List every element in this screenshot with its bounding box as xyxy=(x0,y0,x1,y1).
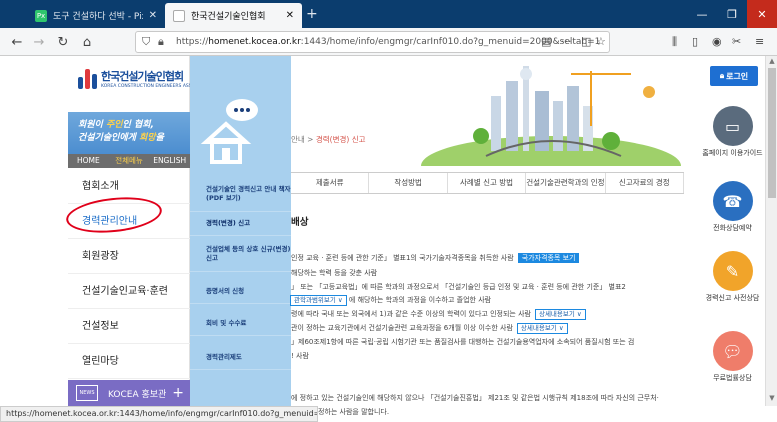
quick-menu: 🔒︎ 로그인 ▭ 홈페이지 이용가이드 ☎ 전화상담예약 ✎ 경력신고 사전상담 … xyxy=(700,56,765,406)
url-text[interactable]: https://homenet.kocea.or.kr:1443/home/in… xyxy=(176,37,600,47)
kocea-logo-icon xyxy=(78,68,98,89)
promo-label: KOCEA 홍보관 xyxy=(108,389,167,400)
lock-icon: 🔒︎ xyxy=(719,71,725,80)
phone-icon: ☎ xyxy=(712,181,753,221)
body-line-5: 령에 따라 국내 또는 외국에서 1)과 같은 수준 이상의 학력이 있다고 인… xyxy=(291,309,586,320)
reload-icon[interactable]: ↻ xyxy=(54,33,72,51)
major-range-button[interactable]: 관학과범위보기 ∨ xyxy=(290,295,347,306)
chat-icon: 💬︎ xyxy=(712,331,753,371)
tab-how-to-fill[interactable]: 작성방법 xyxy=(369,173,448,193)
quick-career-consult[interactable]: ✎ 경력신고 사전상담 xyxy=(700,251,765,303)
body-line-4: 관학과범위보기 ∨ 에 해당하는 학과의 과정을 이수하고 졸업한 사람 xyxy=(286,295,491,306)
menu-education[interactable]: 건설기술인교육·훈련 xyxy=(68,274,190,309)
house-chat-icon xyxy=(200,99,258,164)
menu-open-forum[interactable]: 열린마당 xyxy=(68,344,190,379)
submenu-fees[interactable]: 회비 및 수수료 xyxy=(190,314,291,336)
plus-icon[interactable]: + xyxy=(172,385,184,401)
body-line-3: 」 또는 「고등교육법」에 따른 학과의 과정으로서 「건설기술인 등급 인정 … xyxy=(291,283,626,291)
national-qualification-button[interactable]: 국가자격종목 보기 xyxy=(517,253,580,263)
pixabay-favicon-icon: Px xyxy=(35,9,47,22)
submenu-career-report[interactable]: 경력(변경) 신고 xyxy=(190,214,291,236)
form-icon: ✎ xyxy=(712,251,753,291)
lock-icon[interactable]: 🔒︎ xyxy=(158,35,164,49)
career-submenu: 건설기술인 경력신고 안내 책자 (PDF 보기) 경력(변경) 신고 건설업체… xyxy=(190,56,291,406)
tab-correction[interactable]: 신고자료의 경정 xyxy=(606,173,684,193)
page-actions-icon[interactable]: ··· xyxy=(561,35,572,48)
scrollbar-thumb[interactable] xyxy=(768,68,776,198)
submenu-career-system[interactable]: 경력관리제도 xyxy=(190,348,291,370)
url-bar[interactable]: ⛉ 🔒︎ https://homenet.kocea.or.kr:1443/ho… xyxy=(135,31,610,53)
scroll-down-icon[interactable]: ▼ xyxy=(767,394,777,404)
minimize-icon[interactable]: — xyxy=(687,0,717,28)
pocket-icon[interactable]: ◫ xyxy=(581,35,591,48)
quick-homepage-guide[interactable]: ▭ 홈페이지 이용가이드 xyxy=(700,106,765,158)
quick-phone-reservation[interactable]: ☎ 전화상담예약 xyxy=(700,181,765,233)
tab-documents[interactable]: 제출서류 xyxy=(291,173,370,193)
body-line-2: 해당하는 학력 등을 갖춘 사람 xyxy=(291,269,378,277)
vertical-scrollbar[interactable]: ▲ ▼ xyxy=(765,56,777,406)
browser-nav-bar: ← → ↻ ⌂ ⛉ 🔒︎ https://homenet.kocea.or.kr… xyxy=(0,28,777,56)
close-window-icon[interactable]: ✕ xyxy=(747,0,777,28)
body-line-10: 정하는 사람을 말합니다. xyxy=(318,408,390,416)
slogan-banner: 회원이 주인인 협회, 건설기술인에게 희망을 xyxy=(68,112,190,156)
close-tab-icon[interactable]: ✕ xyxy=(286,10,294,21)
menu-icon[interactable]: ≡ xyxy=(755,35,764,48)
home-icon[interactable]: ⌂ xyxy=(78,33,96,51)
top-nav: HOME 전체메뉴 ENGLISH xyxy=(68,154,190,168)
monitor-icon: ▭ xyxy=(712,106,753,146)
city-illustration xyxy=(291,56,691,166)
scroll-up-icon[interactable]: ▲ xyxy=(767,57,777,67)
kocea-favicon-icon xyxy=(173,9,185,22)
nav-home[interactable]: HOME xyxy=(68,154,109,168)
nav-english[interactable]: ENGLISH xyxy=(149,154,190,168)
account-icon[interactable]: ◉ xyxy=(712,35,722,48)
login-button[interactable]: 🔒︎ 로그인 xyxy=(710,66,758,86)
body-line-7: 」제60조제1항에 따른 국립·공립 시험기관 또는 품질검사를 대행하는 건설… xyxy=(291,338,635,346)
content-tabs: 제출서류 작성방법 사례별 신고 방법 건설기술관련학과의 인정 신고자료의 경… xyxy=(291,172,684,194)
close-tab-icon[interactable]: ✕ xyxy=(149,10,157,21)
bookmark-star-icon[interactable]: ☆ xyxy=(596,35,606,48)
submenu-certificate[interactable]: 증명서의 신청 xyxy=(190,282,291,304)
tab-case-methods[interactable]: 사례별 신고 방법 xyxy=(448,173,527,193)
section-title: 배상 xyxy=(291,217,309,228)
reader-view-icon[interactable]: ▤ xyxy=(541,35,551,48)
browser-tab-bar: Px 도구 건설하다 선박 - Pixabay ✕ 한국건설기술인협회 ✕ + … xyxy=(0,0,777,28)
back-icon[interactable]: ← xyxy=(8,33,26,51)
nav-all-menu[interactable]: 전체메뉴 xyxy=(109,154,150,168)
menu-members[interactable]: 회원광장 xyxy=(68,239,190,274)
site-sidebar: 한국건설기술인협회 KOREA CONSTRUCTION ENGINEERS A… xyxy=(64,56,213,406)
body-line-9: 에 정하고 있는 건설기술인에 해당하지 않으나 「건설기술진흥법」 제21조 … xyxy=(291,394,659,402)
screenshot-icon[interactable]: ✂ xyxy=(732,35,741,48)
forward-icon[interactable]: → xyxy=(30,33,48,51)
detail-button-1[interactable]: 상세내용보기 ∨ xyxy=(534,309,586,320)
tab-pixabay[interactable]: Px 도구 건설하다 선박 - Pixabay ✕ xyxy=(27,3,165,28)
detail-button-2[interactable]: 상세내용보기 ∨ xyxy=(516,323,568,334)
sidebar-icon[interactable]: ▯ xyxy=(692,35,698,48)
maximize-icon[interactable]: ❐ xyxy=(717,0,747,28)
body-line-1: 인정 교육 · 훈련 등에 관한 기준」 별표1의 국가기술자격종목을 취득한 … xyxy=(291,253,580,263)
tab-title: 도구 건설하다 선박 - Pixabay xyxy=(53,12,143,22)
body-line-6: 관이 정하는 교육기관에서 건설기술관련 교육과정을 6개월 이상 이수한 사람… xyxy=(291,323,568,334)
new-tab-icon[interactable]: + xyxy=(306,6,318,22)
menu-info[interactable]: 건설정보 xyxy=(68,309,190,344)
promo-banner[interactable]: NEWS KOCEA 홍보관 + xyxy=(68,380,190,406)
submenu-pdf-guide[interactable]: 건설기술인 경력신고 안내 책자 (PDF 보기) xyxy=(190,182,291,212)
tab-kocea[interactable]: 한국건설기술인협회 ✕ xyxy=(165,3,302,28)
tab-major-recognition[interactable]: 건설기술관련학과의 인정 xyxy=(526,173,606,193)
status-bar-url: https://homenet.kocea.or.kr:1443/home/in… xyxy=(0,406,318,422)
breadcrumb-current[interactable]: 경력(변경) 신고 xyxy=(316,135,366,144)
news-icon: NEWS xyxy=(76,385,98,401)
shield-icon[interactable]: ⛉ xyxy=(142,35,150,49)
submenu-company-report[interactable]: 건설업체 등의 상호 신규(변경) 신고 xyxy=(190,242,291,272)
library-icon[interactable]: ⫼ xyxy=(672,35,677,49)
tab-title: 한국건설기술인협회 xyxy=(191,12,266,22)
breadcrumb: 안내 > 경력(변경) 신고 xyxy=(291,135,366,144)
body-line-8: ! 사람 xyxy=(291,352,309,360)
quick-legal-consult[interactable]: 💬︎ 무료법률상담 xyxy=(700,331,765,383)
